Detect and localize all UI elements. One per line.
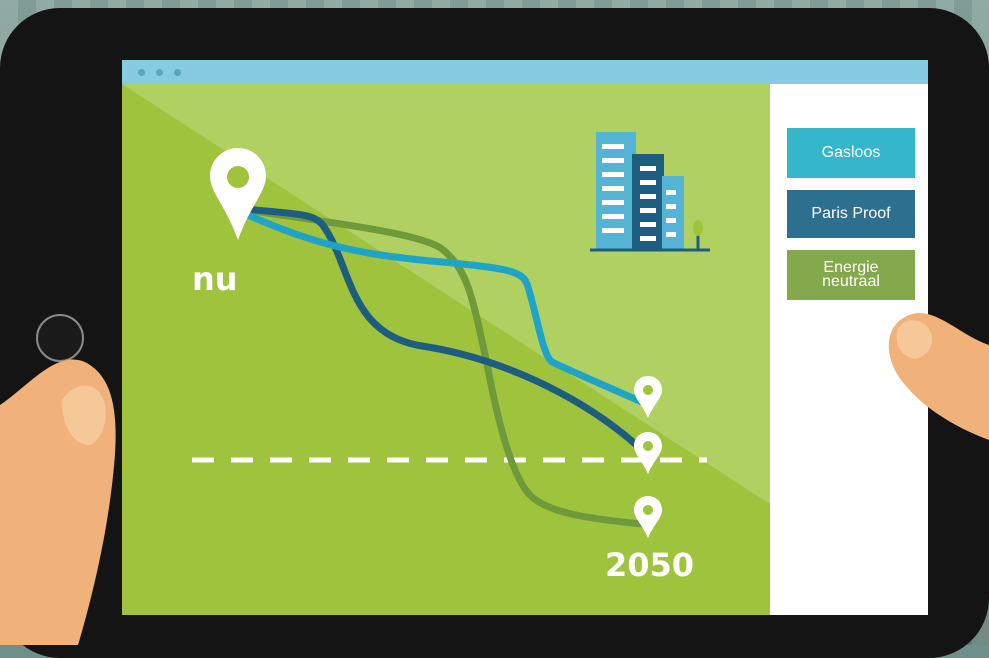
window-dot[interactable] <box>138 69 145 76</box>
legend-label: Gasloos <box>821 144 881 161</box>
legend-button-energie-neutraal[interactable]: Energie neutraal <box>787 250 915 300</box>
pathway-graphic <box>122 84 770 538</box>
right-hand <box>888 312 989 440</box>
window-dot[interactable] <box>156 69 163 76</box>
browser-bar <box>122 60 928 84</box>
left-hand <box>0 359 116 645</box>
tablet-screen: nu 2050 Gasloos Paris Proof Energie neut… <box>122 60 928 615</box>
end-label: 2050 <box>605 546 695 584</box>
legend-button-paris-proof[interactable]: Paris Proof <box>787 190 915 238</box>
location-pin-icon <box>634 432 662 474</box>
location-pin-icon <box>634 496 662 538</box>
pathway-canvas: nu 2050 <box>122 84 770 615</box>
legend-button-gasloos[interactable]: Gasloos <box>787 128 915 178</box>
start-label: nu <box>192 260 238 298</box>
legend-label: Energie neutraal <box>822 259 880 290</box>
legend-label: Paris Proof <box>811 205 891 222</box>
window-dot[interactable] <box>174 69 181 76</box>
location-pin-icon <box>210 148 266 240</box>
